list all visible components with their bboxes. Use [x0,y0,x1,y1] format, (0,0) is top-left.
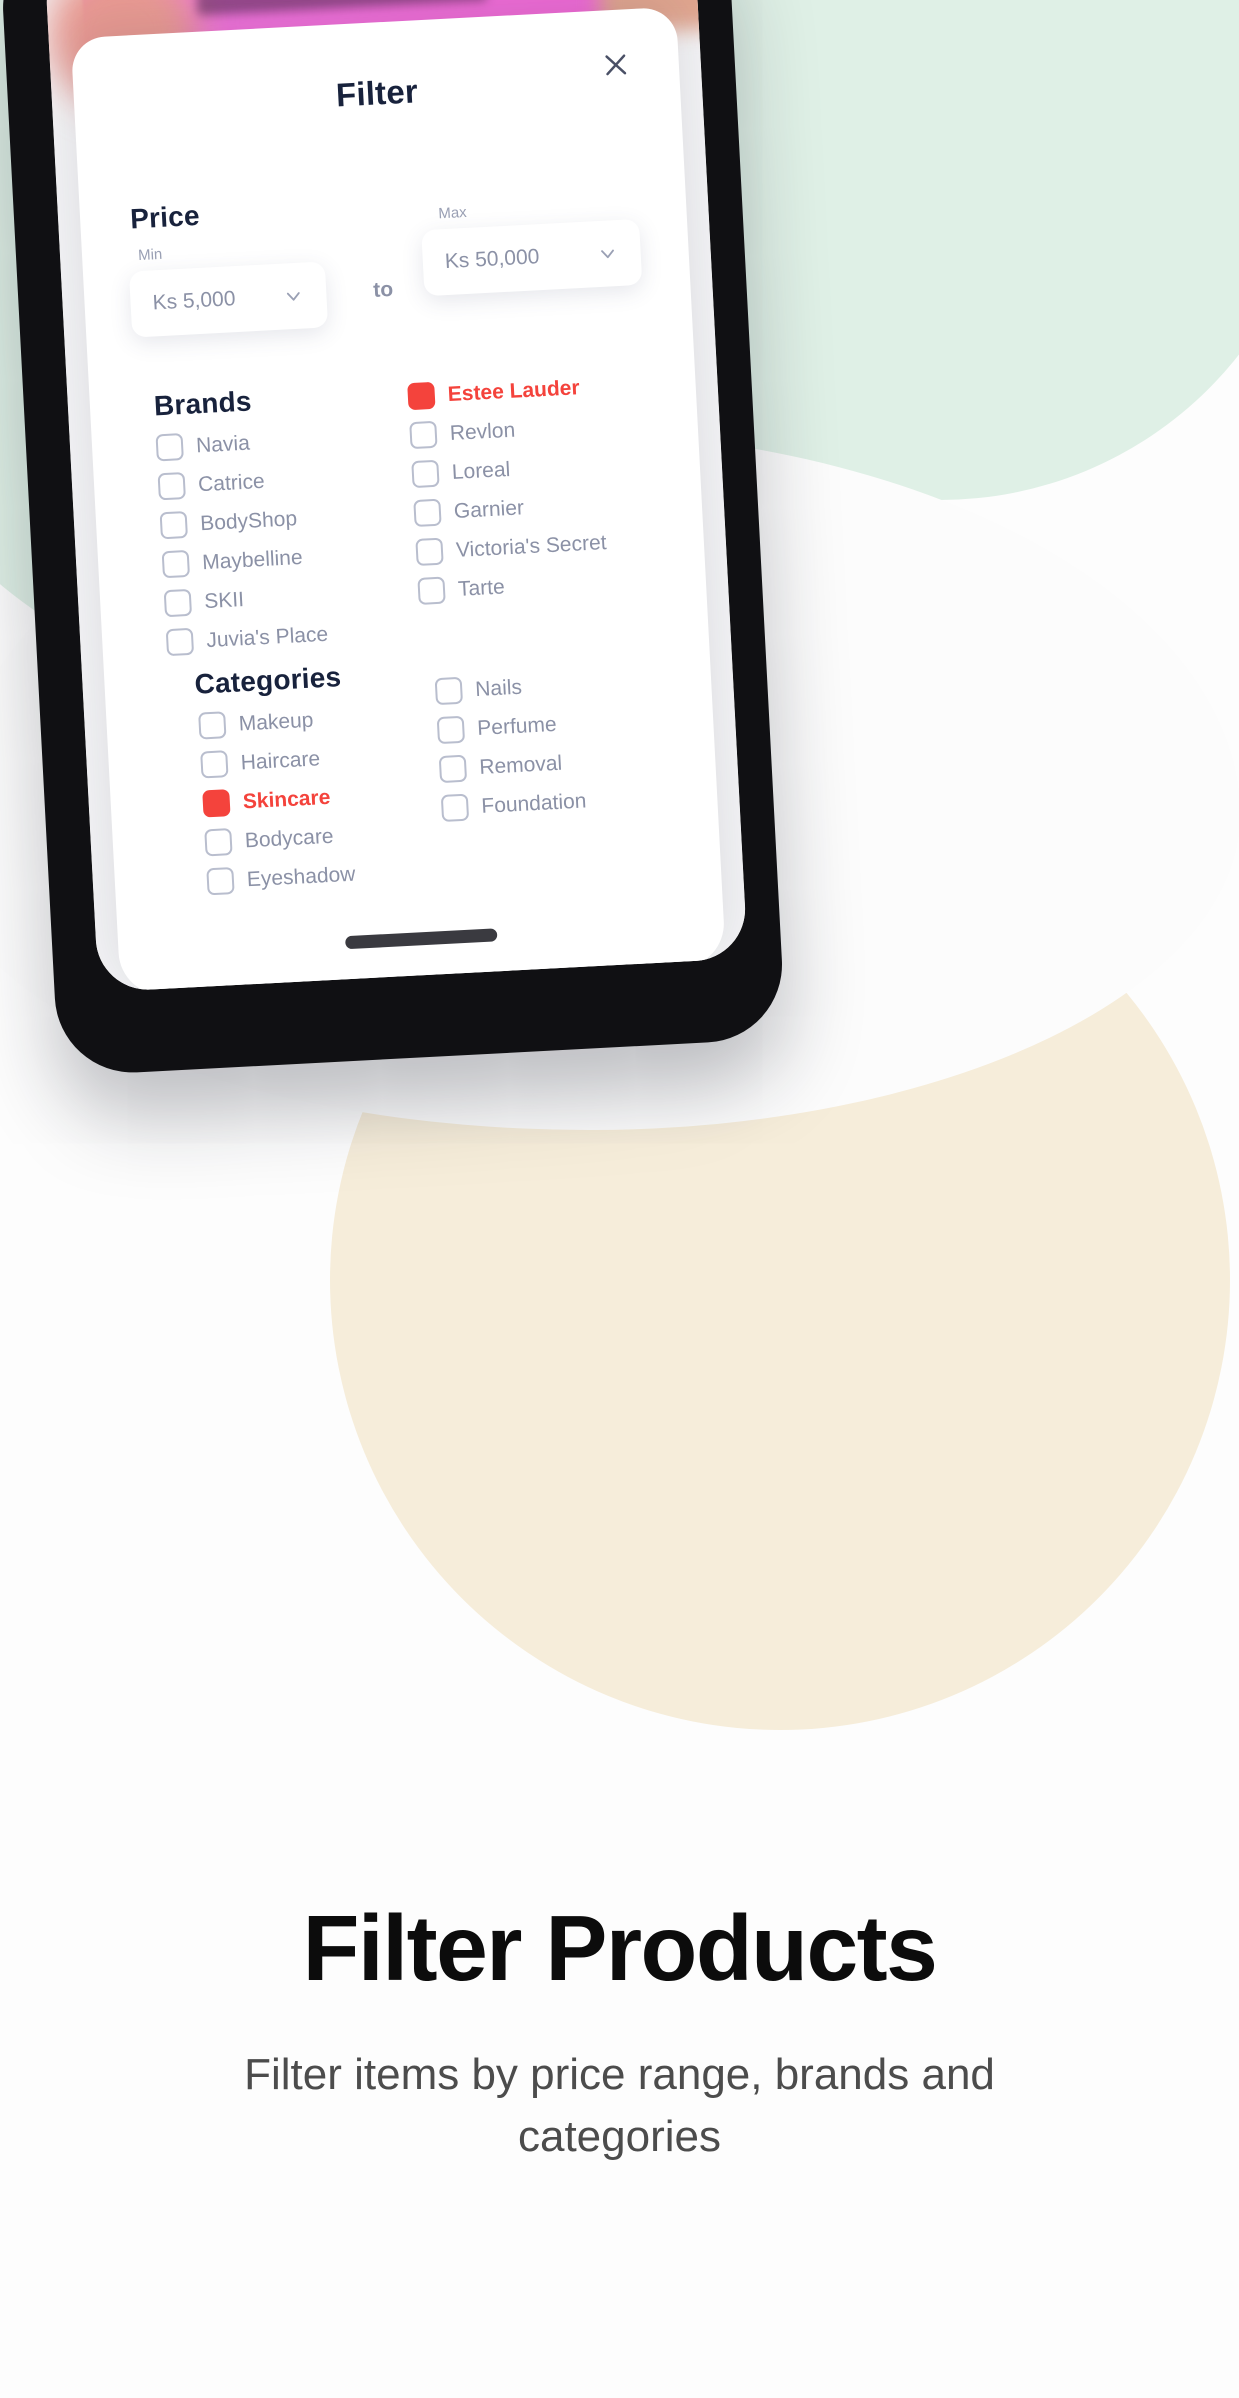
checkbox-item[interactable]: Skincare [202,783,352,818]
brands-list-right: Estee Lauder Revlon Loreal Garnier Victoria'… [407,373,610,617]
checkbox-checked-icon[interactable] [407,381,436,411]
checkbox-label: Eyeshadow [246,862,356,891]
brands-section-title: Brands [153,385,253,422]
checkbox-label: Catrice [197,469,266,496]
checkbox-icon[interactable] [159,510,188,540]
checkbox-icon[interactable] [415,537,444,566]
checkbox-item[interactable]: Removal [438,749,585,784]
checkbox-icon[interactable] [440,793,470,823]
checkbox-icon[interactable] [206,867,235,896]
phone-screen: Filter Price Min Ks 5,000 to Max Ks 50,0… [44,0,748,993]
checkbox-label: Tarte [457,574,506,601]
checkbox-label: Removal [478,751,563,779]
checkbox-item[interactable]: Catrice [157,465,321,501]
checkbox-icon[interactable] [163,588,193,618]
price-range-separator: to [372,277,394,302]
checkbox-label: Makeup [238,708,314,736]
checkbox-label: Perfume [476,712,558,740]
price-min-label: Min [137,245,163,265]
checkbox-icon[interactable] [417,576,446,605]
checkbox-label: Maybelline [201,545,304,574]
checkbox-label: SKII [203,587,245,613]
price-max-value: Ks 50,000 [444,245,540,274]
checkbox-checked-icon[interactable] [202,789,231,818]
phone-body: Filter Price Min Ks 5,000 to Max Ks 50,0… [0,0,786,1077]
price-min-dropdown[interactable]: Ks 5,000 [128,261,329,338]
checkbox-item[interactable]: Haircare [200,744,350,779]
checkbox-label: Haircare [240,746,321,774]
categories-list-left: Makeup Haircare Skincare Bodycare Eyeshadow [198,705,357,908]
checkbox-item[interactable]: Juvia's Place [165,621,329,657]
chevron-down-icon [601,249,614,259]
checkbox-item[interactable]: SKII [163,582,327,618]
page-subtitle: Filter items by price range, brands and … [244,2049,995,2162]
checkbox-label: Nails [474,675,523,701]
sheet-title: Filter [335,72,419,114]
checkbox-label: Bodycare [244,824,335,852]
categories-list-right: Nails Perfume Removal Foundation [434,671,588,834]
checkbox-label: BodyShop [199,506,298,535]
price-min-value: Ks 5,000 [152,287,237,315]
checkbox-icon[interactable] [161,549,191,579]
page-title: Filter Products [302,1896,938,2000]
caption-block: Filter Products Filter items by price ra… [0,1896,1239,2169]
checkbox-label: Revlon [449,418,516,445]
brands-list-left: Navia Catrice BodyShop Maybelline SKII Juvia'… [155,426,330,668]
checkbox-item[interactable]: Perfume [436,710,583,745]
checkbox-icon[interactable] [155,433,184,462]
filter-bottom-sheet: Filter Price Min Ks 5,000 to Max Ks 50,0… [70,6,727,993]
home-indicator [345,928,498,950]
checkbox-item[interactable]: Victoria's Secret [415,529,607,566]
checkbox-label: Loreal [451,457,511,484]
checkbox-label: Estee Lauder [447,375,581,406]
checkbox-item[interactable]: Loreal [411,451,603,489]
price-max-dropdown[interactable]: Ks 50,000 [421,218,643,297]
checkbox-item[interactable]: Revlon [409,412,601,450]
checkbox-label: Juvia's Place [205,622,329,652]
checkbox-icon[interactable] [409,420,438,450]
checkbox-label: Victoria's Secret [455,530,608,562]
checkbox-item[interactable]: Foundation [440,787,587,823]
categories-section-title: Categories [193,661,342,700]
checkbox-icon[interactable] [438,754,468,784]
checkbox-icon[interactable] [413,498,442,528]
checkbox-label: Garnier [453,495,525,523]
price-max-label: Max [437,203,468,223]
checkbox-icon[interactable] [200,750,229,779]
checkbox-label: Skincare [242,785,331,813]
checkbox-item[interactable]: Tarte [417,568,609,605]
checkbox-item[interactable]: Navia [155,426,319,462]
checkbox-icon[interactable] [436,715,466,745]
checkbox-item[interactable]: Eyeshadow [206,861,356,896]
checkbox-label: Navia [195,431,251,457]
checkbox-icon[interactable] [434,676,464,706]
checkbox-item[interactable]: Garnier [413,490,605,528]
checkbox-item[interactable]: BodyShop [159,504,323,540]
checkbox-icon[interactable] [411,459,440,489]
checkbox-item[interactable]: Maybelline [161,543,325,579]
checkbox-icon[interactable] [157,472,186,501]
checkbox-item[interactable]: Estee Lauder [407,373,599,411]
checkbox-label: Foundation [480,788,587,818]
chevron-down-icon [286,292,300,301]
checkbox-item[interactable]: Makeup [198,705,348,740]
checkbox-item[interactable]: Nails [434,671,581,706]
checkbox-icon[interactable] [165,627,195,657]
phone-mockup: Filter Price Min Ks 5,000 to Max Ks 50,0… [0,0,807,1133]
checkbox-icon[interactable] [198,711,227,740]
checkbox-item[interactable]: Bodycare [204,822,354,857]
price-section-title: Price [129,199,201,235]
checkbox-icon[interactable] [204,828,233,857]
